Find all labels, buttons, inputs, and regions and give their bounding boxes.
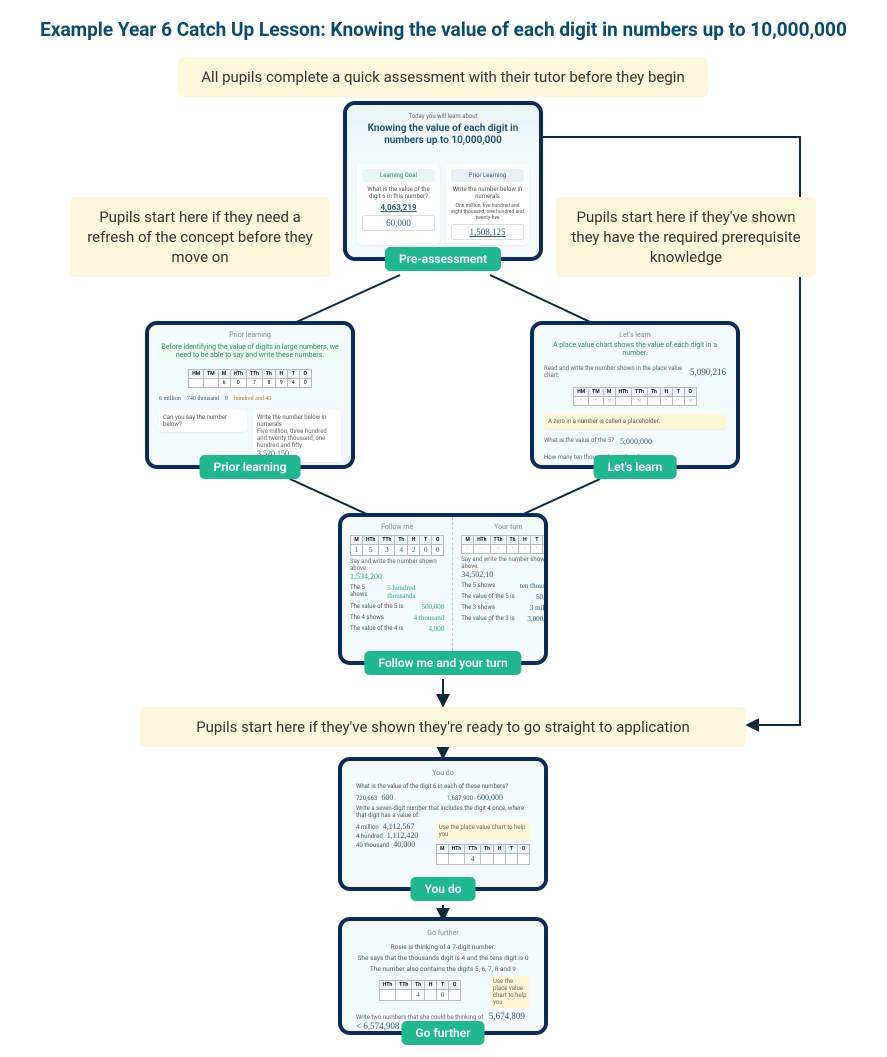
card-you-do: You do What is the value of the digit 6 … (338, 757, 548, 891)
further-l1: Rosie is thinking of a 7-digit number. (356, 943, 530, 951)
further-q1: Write two numbers that she could be thin… (356, 1014, 483, 1021)
learn-sub: A place value chart shows the value of e… (542, 341, 728, 357)
page-title: Example Year 6 Catch Up Lesson: Knowing … (40, 18, 847, 43)
prior-side3: 9 (225, 396, 228, 402)
learn-prompt-ans: 5,090,216 (690, 367, 726, 377)
learn-pv-table: HMTMM HThTThTh HTO ··⁙⁙··⁙ (573, 387, 697, 406)
note-lower: Pupils start here if they've shown they'… (140, 707, 746, 747)
learn-prompt: Read and write the number shown in the p… (544, 365, 684, 379)
prior-q1: Can you say the number below? (163, 414, 243, 428)
learn-q1-ans: 5,000,000 (620, 437, 652, 446)
follow-left-num: 1,534,200 (350, 572, 444, 581)
prior-side1: 6 million (159, 396, 181, 402)
youdo-hint: Use the place value chart to help you (436, 822, 530, 840)
note-right: Pupils start here if they've shown they … (556, 197, 816, 278)
follow-right-say: Say and write the number shown above. (461, 556, 544, 570)
further-l3: The number also contains the digits 5, 6… (356, 965, 530, 973)
card-label-prior: Prior learning (200, 455, 301, 479)
pre-goal-question: What is the value of the digit 6 in this… (362, 186, 435, 200)
youdo-head: You do (356, 769, 530, 777)
prior-q2: Write the number below in numerals (257, 414, 337, 428)
card-label-pre: Pre-assessment (385, 247, 501, 271)
youdo-q1: What is the value of the digit 6 in each… (356, 783, 530, 790)
youdo-q2: Write a seven-digit number that includes… (356, 805, 530, 819)
card-go-further: Go further Rosie is thinking of a 7-digi… (338, 917, 548, 1035)
follow-right-num: 34,502,10 (461, 570, 544, 579)
card-label-youdo: You do (410, 877, 475, 901)
further-head: Go further (356, 929, 530, 937)
pre-today-main: Knowing the value of each digit in numbe… (357, 123, 529, 148)
learn-head: Let's learn (542, 331, 728, 339)
pre-today-small: Today you will learn about (357, 113, 529, 120)
pre-prior-question: Write the number below in numerals (451, 186, 524, 200)
prior-head: Prior learning (157, 331, 343, 339)
prior-sub: Before identifying the value of digits i… (157, 341, 343, 361)
card-label-further: Go further (401, 1021, 484, 1045)
prior-q2-text: Five million, three hundred and twenty t… (257, 428, 337, 449)
flow-diagram: All pupils complete a quick assessment w… (0, 57, 887, 1037)
follow-right-h: Your turn (461, 523, 544, 531)
card-pre-assessment: Today you will learn about Knowing the v… (343, 101, 543, 261)
learn-q1: What is the value of the 5? (544, 437, 614, 444)
pre-goal-answer: 60,000 (362, 215, 435, 231)
further-l2: She says that the thousands digit is 4 a… (356, 954, 530, 962)
follow-left-say: Say and write the number shown above. (350, 558, 444, 572)
pre-goal-number: 4,063,219 (362, 203, 435, 212)
pre-prior-answer: 1,508,125 (451, 224, 524, 240)
card-label-follow: Follow me and your turn (364, 651, 521, 675)
note-left: Pupils start here if they need a refresh… (70, 197, 330, 278)
card-lets-learn: Let's learn A place value chart shows th… (530, 321, 740, 469)
card-label-learn: Let's learn (594, 455, 677, 479)
pre-prior-words: One million, five hundred and eight thou… (451, 203, 524, 221)
pre-prior-header: Prior Learning (451, 169, 524, 182)
prior-pv-table: HMTMM HThTThTh HTO 6 078 940 (188, 369, 312, 388)
prior-side4: hundred and 40 (234, 396, 271, 402)
note-top: All pupils complete a quick assessment w… (178, 57, 708, 97)
further-hint: Use the place value chart to help you (490, 976, 530, 1008)
pre-goal-header: Learning Goal (362, 169, 435, 182)
prior-side2: 740 thousand (187, 396, 219, 402)
card-follow-me: Follow me MHThTThThHTO 1534200 Say and w… (338, 513, 548, 665)
follow-left-h: Follow me (350, 523, 444, 531)
card-prior-learning: Prior learning Before identifying the va… (145, 321, 355, 469)
learn-yellow: A zero in a number is called a placehold… (544, 414, 726, 429)
